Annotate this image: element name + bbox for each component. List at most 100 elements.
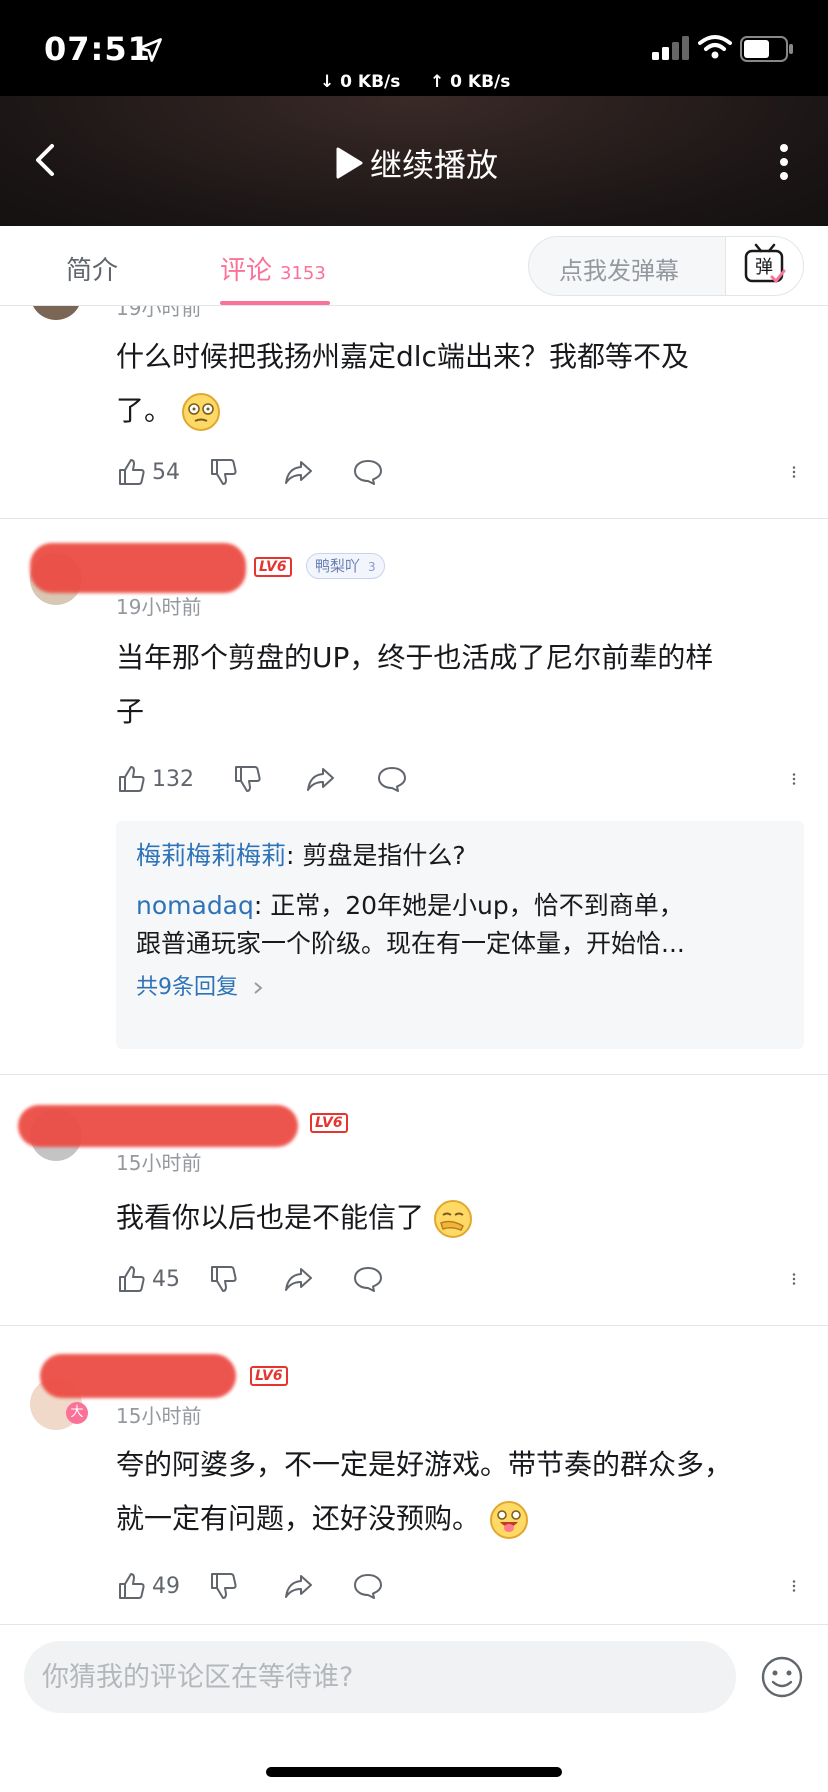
- share-arrow-icon: [285, 1268, 312, 1291]
- thumbs-down-icon: [211, 1573, 237, 1599]
- comment-input-bar: [0, 1624, 828, 1792]
- comment-more-button[interactable]: [790, 1261, 806, 1297]
- redacted-username: [18, 1105, 298, 1147]
- fan-medal-level: 3: [368, 560, 376, 574]
- reply-text: : 正常，20年她是小up，恰不到商单，: [253, 891, 684, 920]
- danmu-icon-label: 弹: [755, 257, 773, 278]
- fan-medal[interactable]: 鸭梨吖 3: [306, 553, 385, 579]
- emoji-picker-icon[interactable]: [760, 1655, 804, 1699]
- comment-time: 15小时前: [116, 1404, 202, 1428]
- reply-preview-box[interactable]: 梅莉梅莉梅莉: 剪盘是指什么? nomadaq: 正常，20年她是小up，恰不到…: [116, 821, 804, 1049]
- like-button[interactable]: 54: [116, 454, 180, 490]
- danmu-tv-icon: 弹: [744, 243, 786, 284]
- level-badge: LV6: [250, 1366, 288, 1386]
- comment-item: 19小时前 什么时候把我扬州嘉定dlc端出来？我都等不及 了。 54: [0, 306, 828, 518]
- like-button[interactable]: 45: [116, 1261, 180, 1297]
- danmu-input[interactable]: 点我发弹幕 弹: [528, 236, 804, 296]
- reply-username[interactable]: nomadaq: [136, 891, 254, 920]
- like-button[interactable]: 132: [116, 761, 194, 797]
- reply-button[interactable]: [376, 761, 408, 797]
- wifi-icon: [698, 35, 732, 59]
- dislike-button[interactable]: [208, 1261, 240, 1297]
- reply-username[interactable]: 梅莉梅莉梅莉: [136, 841, 286, 870]
- level-badge: LV6: [310, 1113, 348, 1133]
- comment-text-line: 夸的阿婆多，不一定是好游戏。带节奏的群众多，: [116, 1448, 733, 1481]
- thumbs-down-icon: [235, 766, 261, 792]
- status-bar: 07:51 ↓ 0 KB/s ↑ 0 KB/s: [0, 0, 828, 96]
- comment-actions: 54: [116, 454, 806, 490]
- share-button[interactable]: [304, 761, 336, 797]
- dislike-button[interactable]: [208, 1568, 240, 1604]
- thumbs-up-icon: [119, 1573, 145, 1599]
- share-button[interactable]: [282, 1568, 314, 1604]
- continue-play-button[interactable]: 继续播放: [334, 140, 498, 186]
- tongue-out-emoji-icon: [489, 1501, 528, 1539]
- status-time: 07:51: [44, 30, 151, 68]
- active-tab-indicator: [220, 301, 330, 305]
- tab-comments[interactable]: 评论 3153: [220, 250, 326, 287]
- tab-bar: 简介 评论 3153 点我发弹幕 弹: [0, 226, 828, 306]
- comment-text-tail: 就一定有问题，还好没预购。: [116, 1502, 481, 1535]
- view-all-replies-link[interactable]: 共9条回复: [136, 969, 265, 1001]
- more-dots-icon: [792, 1580, 796, 1592]
- comment-time: 19小时前: [116, 306, 202, 320]
- share-button[interactable]: [282, 454, 314, 490]
- play-icon: [336, 147, 363, 179]
- danmu-placeholder: 点我发弹幕: [559, 257, 679, 285]
- comment-bubble-icon: [378, 767, 406, 792]
- continue-play-label: 继续播放: [370, 146, 499, 184]
- thumbs-up-icon: [119, 1266, 145, 1292]
- comment-bubble-icon: [354, 1267, 382, 1292]
- comment-item: LV6 15小时前 我看你以后也是不能信了 45: [0, 1075, 828, 1325]
- comment-text-line: 子: [116, 695, 145, 728]
- comment-text: 当年那个剪盘的UP，终于也活成了尼尔前辈的样 子: [116, 631, 786, 739]
- comment-item: LV6 鸭梨吖 3 19小时前 当年那个剪盘的UP，终于也活成了尼尔前辈的样 子 …: [0, 519, 828, 1074]
- share-arrow-icon: [285, 461, 312, 484]
- avatar[interactable]: [30, 306, 82, 320]
- share-button[interactable]: [282, 1261, 314, 1297]
- comment-bubble-icon: [354, 460, 382, 485]
- comment-actions: 49: [116, 1568, 806, 1604]
- battery-icon: [740, 36, 793, 62]
- comment-text: 我看你以后也是不能信了: [116, 1191, 786, 1245]
- reply-button[interactable]: [352, 1261, 384, 1297]
- comment-more-button[interactable]: [790, 1568, 806, 1604]
- chevron-right-icon: [254, 982, 263, 994]
- video-player-header: 继续播放: [0, 96, 828, 226]
- like-count: 45: [152, 1266, 180, 1292]
- tab-intro[interactable]: 简介: [66, 250, 118, 287]
- dizzy-emoji-icon: [181, 393, 220, 431]
- location-arrow-icon: [138, 38, 162, 62]
- reply-button[interactable]: [352, 454, 384, 490]
- reply-text-continued: 跟普通玩家一个阶级。现在有一定体量，开始恰...: [136, 929, 685, 958]
- level-badge: LV6: [254, 557, 292, 577]
- comment-text: 夸的阿婆多，不一定是好游戏。带节奏的群众多， 就一定有问题，还好没预购。: [116, 1438, 786, 1546]
- comment-text: 什么时候把我扬州嘉定dlc端出来？我都等不及 了。: [116, 330, 786, 438]
- back-arrow-icon[interactable]: [28, 140, 64, 180]
- reply-button[interactable]: [352, 1568, 384, 1604]
- thumbs-up-icon: [119, 766, 145, 792]
- more-options-icon[interactable]: [770, 142, 798, 182]
- more-dots-icon: [792, 466, 796, 478]
- dislike-button[interactable]: [208, 454, 240, 490]
- more-dots-icon: [792, 1273, 796, 1285]
- comment-more-button[interactable]: [790, 454, 806, 490]
- fan-medal-name: 鸭梨吖: [315, 557, 361, 575]
- dislike-button[interactable]: [232, 761, 264, 797]
- more-dots-icon: [792, 773, 796, 785]
- like-button[interactable]: 49: [116, 1568, 180, 1604]
- comment-text-tail: 了。: [116, 394, 173, 427]
- comment-text-line: 了。: [116, 384, 786, 438]
- redacted-username: [40, 1354, 236, 1398]
- home-indicator: [266, 1767, 562, 1777]
- more-replies-label: 共9条回复: [136, 975, 238, 1000]
- comment-text-line: 什么时候把我扬州嘉定dlc端出来？我都等不及: [116, 340, 689, 373]
- reply-text: : 剪盘是指什么?: [286, 841, 466, 870]
- danmu-toggle-button[interactable]: 弹: [725, 237, 803, 295]
- comment-item: 大 LV6 15小时前 夸的阿婆多，不一定是好游戏。带节奏的群众多， 就一定有问…: [0, 1326, 828, 1624]
- tab-comments-label: 评论: [220, 256, 273, 286]
- comment-input[interactable]: [24, 1641, 736, 1713]
- thumbs-down-icon: [211, 459, 237, 485]
- comment-more-button[interactable]: [790, 761, 806, 797]
- comment-actions: 132: [116, 761, 806, 797]
